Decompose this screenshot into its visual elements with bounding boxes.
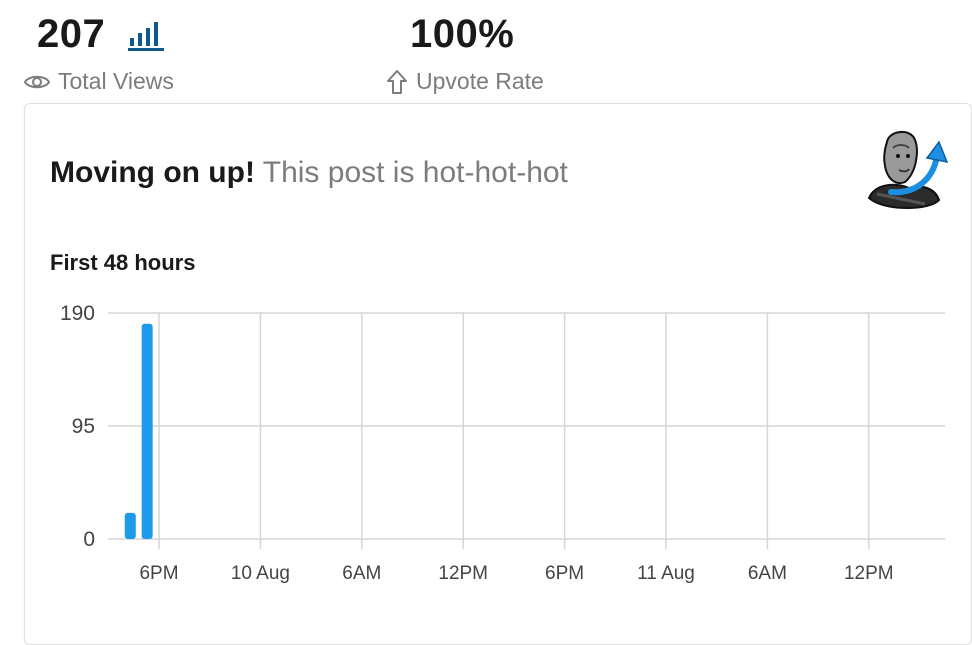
bar-5PM xyxy=(141,323,153,539)
y-tick-label: 0 xyxy=(83,528,95,551)
x-tick-label: 11 Aug xyxy=(637,563,695,584)
y-tick-label: 95 xyxy=(72,415,95,438)
y-tick-label: 190 xyxy=(60,302,95,325)
views-bar-chart: 0 95 190 6PM 10 Aug 6AM 12PM 6PM 11 Aug 6AM 12PM xyxy=(60,302,945,584)
x-tick-label: 6PM xyxy=(139,563,178,584)
x-tick-label: 6PM xyxy=(545,563,584,584)
x-tick-label: 12PM xyxy=(438,563,488,584)
x-tick-label: 6AM xyxy=(748,563,787,584)
x-tick-label: 10 Aug xyxy=(231,563,290,584)
bar-4PM xyxy=(124,512,136,539)
x-tick-label: 6AM xyxy=(342,563,381,584)
x-tick-label: 12PM xyxy=(844,563,894,584)
